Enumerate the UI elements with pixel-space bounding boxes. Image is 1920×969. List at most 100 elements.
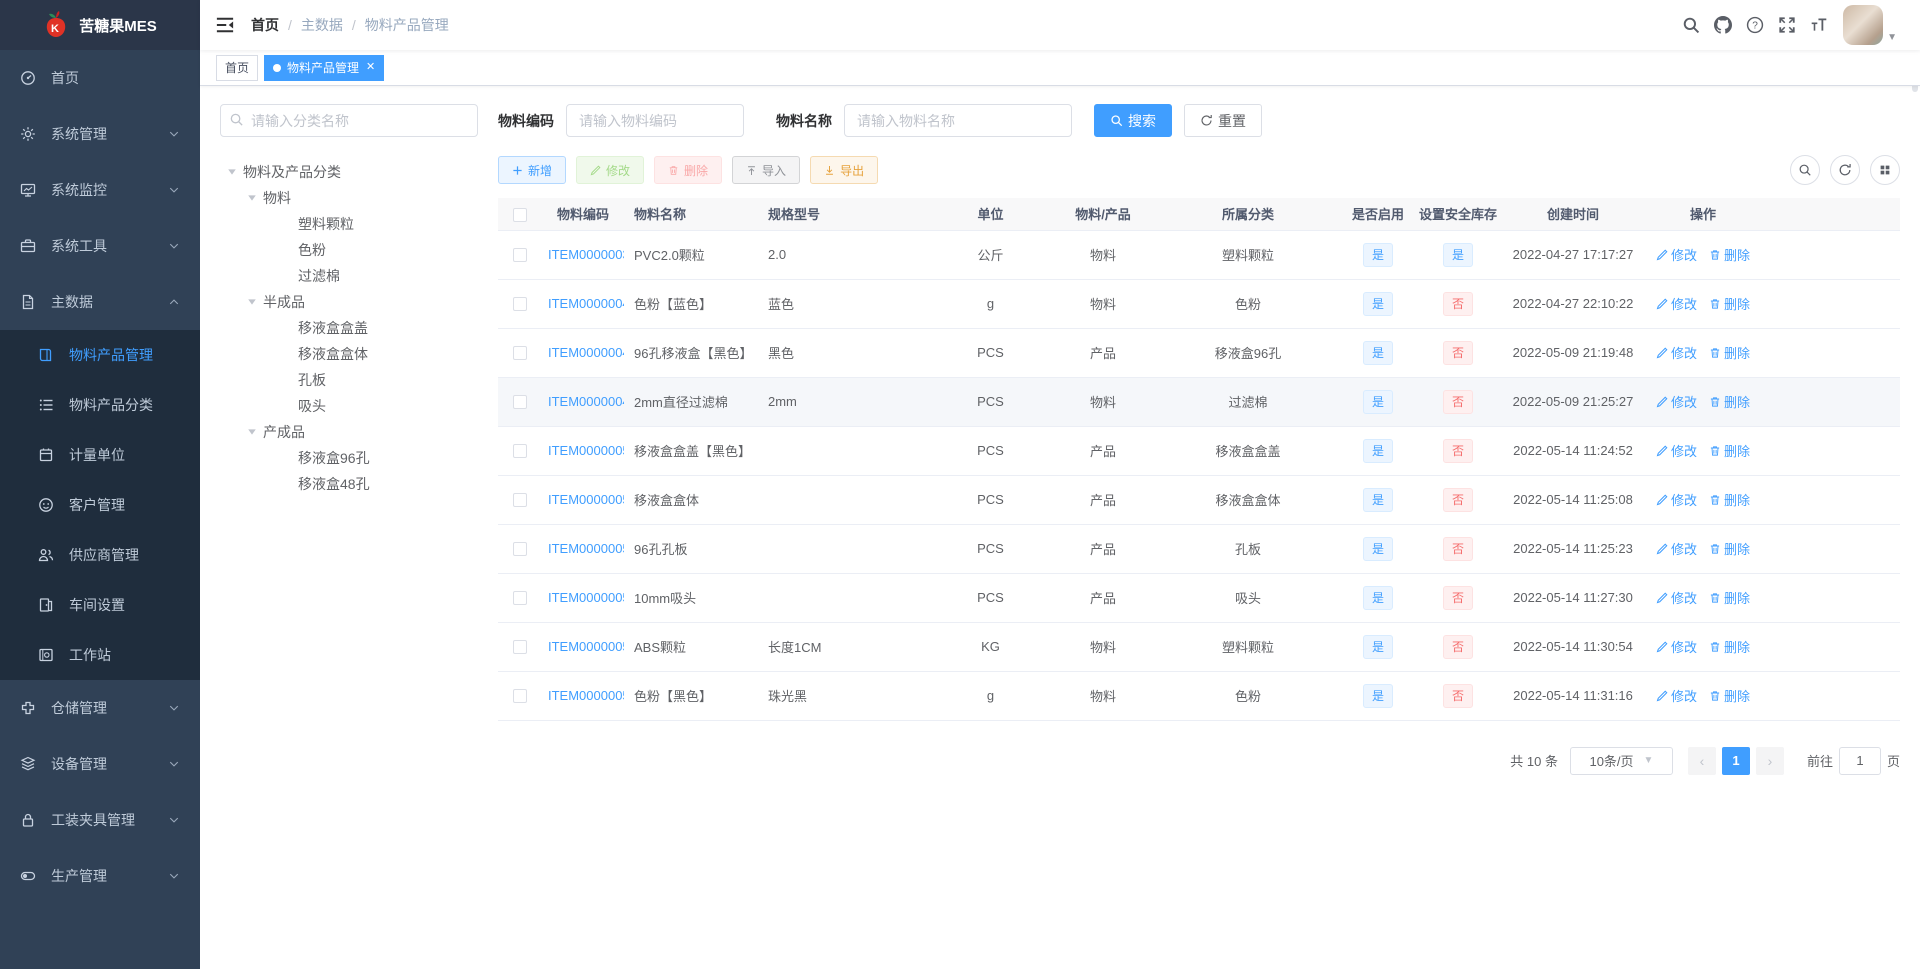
tag-material-product-management[interactable]: 物料产品管理 ✕ bbox=[264, 54, 385, 81]
tree-node[interactable]: 移液盒盒体 bbox=[220, 341, 478, 367]
toggle-search-button[interactable] bbox=[1790, 155, 1820, 185]
material-code-input[interactable] bbox=[566, 104, 744, 137]
sidebar-item-production-management[interactable]: 生产管理 bbox=[0, 848, 200, 904]
reset-button[interactable]: 重置 bbox=[1184, 104, 1262, 137]
tree-node[interactable]: 吸头 bbox=[220, 393, 478, 419]
tree-node[interactable]: 半成品 bbox=[220, 289, 478, 315]
goto-page-input[interactable] bbox=[1838, 746, 1881, 775]
column-settings-button[interactable] bbox=[1870, 155, 1900, 185]
material-code-link[interactable]: ITEM00000055 bbox=[548, 639, 624, 654]
breadcrumb-home[interactable]: 首页 bbox=[251, 15, 279, 35]
tree-expand-caret-icon[interactable] bbox=[246, 426, 258, 438]
row-checkbox[interactable] bbox=[513, 395, 527, 410]
tree-node[interactable]: 移液盒48孔 bbox=[220, 471, 478, 497]
row-checkbox[interactable] bbox=[513, 640, 527, 655]
page-number-1[interactable]: 1 bbox=[1721, 746, 1750, 775]
row-checkbox[interactable] bbox=[513, 689, 527, 704]
sidebar-item-system-monitoring[interactable]: 系统监控 bbox=[0, 162, 200, 218]
sidebar-item-workshop-settings[interactable]: 车间设置 bbox=[0, 580, 200, 630]
sidebar-item-supplier-management[interactable]: 供应商管理 bbox=[0, 530, 200, 580]
search-button[interactable]: 搜索 bbox=[1094, 104, 1172, 137]
material-code-link[interactable]: ITEM00000053 bbox=[548, 541, 624, 556]
row-checkbox[interactable] bbox=[513, 493, 527, 508]
delete-link[interactable]: 删除 bbox=[1709, 588, 1750, 607]
fullscreen-icon[interactable] bbox=[1771, 0, 1803, 50]
add-button[interactable]: 新增 bbox=[498, 156, 567, 184]
sidebar-item-customer-management[interactable]: 客户管理 bbox=[0, 480, 200, 530]
row-checkbox[interactable] bbox=[513, 297, 527, 312]
refresh-table-button[interactable] bbox=[1830, 155, 1860, 185]
tree-expand-caret-icon[interactable] bbox=[246, 296, 258, 308]
sidebar-item-system-tools[interactable]: 系统工具 bbox=[0, 218, 200, 274]
material-code-link[interactable]: ITEM00000056 bbox=[548, 688, 624, 703]
app-logo[interactable]: K 苦糖果MES bbox=[0, 0, 200, 50]
material-code-link[interactable]: ITEM00000037 bbox=[548, 247, 624, 262]
user-avatar-dropdown[interactable]: ▼ bbox=[1843, 5, 1905, 45]
row-checkbox[interactable] bbox=[513, 346, 527, 361]
delete-link[interactable]: 删除 bbox=[1709, 245, 1750, 264]
tree-node[interactable]: 过滤棉 bbox=[220, 263, 478, 289]
edit-link[interactable]: 修改 bbox=[1656, 294, 1697, 313]
delete-link[interactable]: 删除 bbox=[1709, 539, 1750, 558]
import-button[interactable]: 导入 bbox=[732, 156, 801, 184]
row-checkbox[interactable] bbox=[513, 444, 527, 459]
sidebar-item-home[interactable]: 首页 bbox=[0, 50, 200, 106]
tree-expand-caret-icon[interactable] bbox=[226, 166, 238, 178]
sidebar-item-material-product-category[interactable]: 物料产品分类 bbox=[0, 380, 200, 430]
sidebar-item-workstation[interactable]: 工作站 bbox=[0, 630, 200, 680]
edit-link[interactable]: 修改 bbox=[1656, 637, 1697, 656]
next-page-button[interactable]: › bbox=[1755, 746, 1784, 775]
delete-button[interactable]: 删除 bbox=[654, 156, 723, 184]
edit-link[interactable]: 修改 bbox=[1656, 245, 1697, 264]
tree-node[interactable]: 色粉 bbox=[220, 237, 478, 263]
sidebar-collapse-icon[interactable] bbox=[215, 15, 235, 35]
edit-link[interactable]: 修改 bbox=[1656, 686, 1697, 705]
select-all-checkbox[interactable] bbox=[513, 207, 527, 222]
page-size-select[interactable]: 10条/页 ▼ bbox=[1569, 746, 1673, 775]
tree-expand-caret-icon[interactable] bbox=[246, 192, 258, 204]
delete-link[interactable]: 删除 bbox=[1709, 441, 1750, 460]
delete-link[interactable]: 删除 bbox=[1709, 343, 1750, 362]
row-checkbox[interactable] bbox=[513, 591, 527, 606]
row-checkbox[interactable] bbox=[513, 248, 527, 263]
export-button[interactable]: 导出 bbox=[810, 156, 879, 184]
tree-node[interactable]: 移液盒96孔 bbox=[220, 445, 478, 471]
material-code-link[interactable]: ITEM00000041 bbox=[548, 296, 624, 311]
sidebar-item-fixture-management[interactable]: 工装夹具管理 bbox=[0, 792, 200, 848]
tree-node[interactable]: 塑料颗粒 bbox=[220, 211, 478, 237]
tree-node[interactable]: 物料 bbox=[220, 185, 478, 211]
tree-node[interactable]: 产成品 bbox=[220, 419, 478, 445]
edit-link[interactable]: 修改 bbox=[1656, 539, 1697, 558]
github-icon[interactable] bbox=[1707, 0, 1739, 50]
material-code-link[interactable]: ITEM00000049 bbox=[548, 394, 624, 409]
tree-node[interactable]: 孔板 bbox=[220, 367, 478, 393]
delete-link[interactable]: 删除 bbox=[1709, 637, 1750, 656]
prev-page-button[interactable]: ‹ bbox=[1687, 746, 1716, 775]
delete-link[interactable]: 删除 bbox=[1709, 392, 1750, 411]
sidebar-item-warehouse-management[interactable]: 仓储管理 bbox=[0, 680, 200, 736]
edit-link[interactable]: 修改 bbox=[1656, 343, 1697, 362]
sidebar-item-master-data[interactable]: 主数据 bbox=[0, 274, 200, 330]
header-search-icon[interactable] bbox=[1675, 0, 1707, 50]
sidebar-item-system-management[interactable]: 系统管理 bbox=[0, 106, 200, 162]
tree-search-input[interactable] bbox=[220, 104, 478, 137]
tag-home[interactable]: 首页 bbox=[216, 54, 259, 81]
help-icon[interactable]: ? bbox=[1739, 0, 1771, 50]
edit-link[interactable]: 修改 bbox=[1656, 441, 1697, 460]
font-size-icon[interactable] bbox=[1803, 0, 1835, 50]
tree-node[interactable]: 物料及产品分类 bbox=[220, 159, 478, 185]
material-code-link[interactable]: ITEM00000051 bbox=[548, 443, 624, 458]
material-code-link[interactable]: ITEM00000046 bbox=[548, 345, 624, 360]
edit-link[interactable]: 修改 bbox=[1656, 490, 1697, 509]
sidebar-item-equipment-management[interactable]: 设备管理 bbox=[0, 736, 200, 792]
material-code-link[interactable]: ITEM00000054 bbox=[548, 590, 624, 605]
edit-button[interactable]: 修改 bbox=[576, 156, 645, 184]
delete-link[interactable]: 删除 bbox=[1709, 294, 1750, 313]
edit-link[interactable]: 修改 bbox=[1656, 392, 1697, 411]
material-code-link[interactable]: ITEM00000052 bbox=[548, 492, 624, 507]
delete-link[interactable]: 删除 bbox=[1709, 686, 1750, 705]
sidebar-item-measurement-unit[interactable]: 计量单位 bbox=[0, 430, 200, 480]
material-name-input[interactable] bbox=[844, 104, 1072, 137]
row-checkbox[interactable] bbox=[513, 542, 527, 557]
delete-link[interactable]: 删除 bbox=[1709, 490, 1750, 509]
